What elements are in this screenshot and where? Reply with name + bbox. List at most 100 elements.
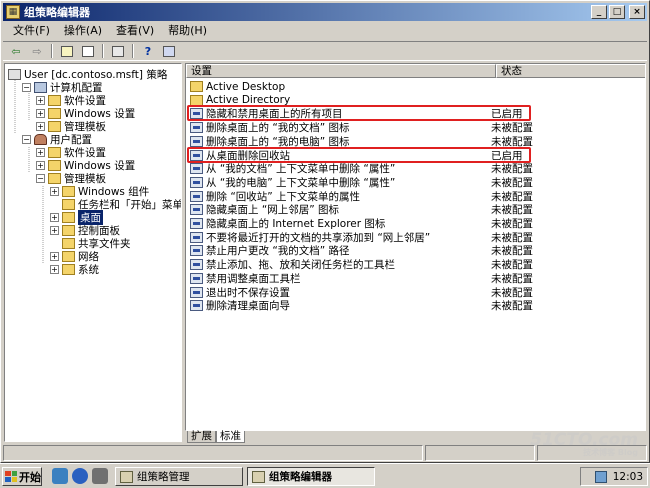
setting-icon [190,218,203,229]
expand-plus-icon[interactable]: + [36,122,45,131]
expand-plus-icon[interactable]: + [36,96,45,105]
system-tray: 12:03 [580,467,648,486]
column-header-setting[interactable]: 设置 [186,64,496,78]
collapse-minus-icon[interactable]: − [22,135,31,144]
list-setting-row[interactable]: 隐藏和禁用桌面上的所有项目 已启用 [186,107,645,120]
gpedit-icon [252,470,265,483]
network-icon[interactable] [594,470,607,483]
menu-view[interactable]: 查看(V) [110,23,160,39]
list-setting-row[interactable]: 删除桌面上的 “我的电脑” 图标 未被配置 [186,135,645,148]
list-setting-row[interactable]: 禁止用户更改 “我的文档” 路径 未被配置 [186,244,645,257]
taskbar-button-gpedit[interactable]: 组策略编辑器 [247,467,375,486]
collapse-minus-icon[interactable]: − [22,83,31,92]
watermark: 51CTO.com 技术博客 Blog [530,430,638,458]
setting-icon [190,135,203,147]
status-cell [3,445,423,461]
list-setting-row[interactable]: 隐藏桌面上 “网上邻居” 图标 未被配置 [186,203,645,216]
collapse-minus-icon[interactable]: − [36,174,45,183]
menu-file[interactable]: 文件(F) [7,23,56,39]
list-setting-row[interactable]: 从桌面删除回收站 已启用 [186,149,645,162]
gpmc-icon [120,470,133,483]
list-setting-row[interactable]: 退出时不保存设置 未被配置 [186,286,645,299]
policy-icon [8,69,21,80]
start-label: 开始 [19,470,41,484]
folder-icon [62,238,75,249]
maximize-button[interactable]: □ [609,5,625,19]
tree-item[interactable]: + 系统 [50,263,99,276]
title-bar[interactable]: ▦ 组策略编辑器 _ □ × [3,3,647,21]
tab-standard[interactable]: 标准 [216,431,245,443]
setting-icon [190,300,203,312]
toolbar-separator [51,44,53,58]
expand-plus-icon[interactable]: + [36,161,45,170]
folder-icon [62,225,75,236]
show-desktop-icon[interactable] [52,468,68,484]
expand-plus-icon[interactable]: + [50,187,59,196]
expand-plus-icon[interactable]: + [50,252,59,261]
taskbar-button-gpmc[interactable]: 组策略管理 [115,467,243,486]
list-setting-row[interactable]: 删除 “回收站” 上下文菜单的属性 未被配置 [186,190,645,203]
gpedit-window: ▦ 组策略编辑器 _ □ × 文件(F) 操作(A) 查看(V) 帮助(H) ⇦… [0,0,650,463]
setting-icon [190,272,203,284]
setting-icon [190,163,203,175]
setting-name: Active Desktop [206,80,286,93]
setting-icon [190,149,203,161]
details-list[interactable]: 设置 状态 Active Desktop Active Directory 隐藏和禁… [185,63,646,431]
back-arrow-icon[interactable]: ⇦ [7,43,25,59]
expand-plus-icon[interactable]: + [50,226,59,235]
setting-state: 未被配置 [491,300,533,313]
folder-icon [48,173,61,184]
expand-plus-icon[interactable]: + [36,148,45,157]
properties-icon[interactable] [160,43,178,59]
help-icon[interactable]: ? [139,43,157,59]
command-prompt-icon[interactable] [92,468,108,484]
list-folder-row[interactable]: Active Desktop [186,80,645,93]
list-setting-row[interactable]: 禁止添加、拖、放和关闭任务栏的工具栏 未被配置 [186,258,645,271]
taskbar: 开始 组策略管理 组策略编辑器 12:03 [0,463,650,488]
console-tree[interactable]: User [dc.contoso.msft] 策略 − 计算机配置 + 软件设置 + Win… [4,63,182,442]
status-cell [425,445,535,461]
menu-help[interactable]: 帮助(H) [162,23,213,39]
tab-extended[interactable]: 扩展 [187,431,216,443]
setting-icon [190,231,203,243]
folder-icon [190,81,203,92]
close-button[interactable]: × [629,5,645,19]
folder-icon [62,199,75,210]
setting-icon [190,259,203,271]
list-setting-row[interactable]: 隐藏桌面上的 Internet Explorer 图标 未被配置 [186,217,645,230]
list-setting-row[interactable]: 不要将最近打开的文档的共享添加到 “网上邻居” 未被配置 [186,231,645,244]
menu-bar: 文件(F) 操作(A) 查看(V) 帮助(H) [3,22,647,40]
list-setting-row[interactable]: 从 “我的文档” 上下文菜单中删除 “属性” 未被配置 [186,162,645,175]
gpedit-app-icon[interactable]: ▦ [6,5,20,19]
view-tabs: 扩展 标准 [187,431,245,443]
clock[interactable]: 12:03 [613,471,643,483]
expand-plus-icon[interactable]: + [50,265,59,274]
tree-item[interactable]: 任务栏和「开始」菜单 [50,198,181,211]
up-level-icon[interactable] [58,43,76,59]
list-setting-row[interactable]: 从 “我的电脑” 上下文菜单中删除 “属性” 未被配置 [186,176,645,189]
show-tree-icon[interactable] [79,43,97,59]
forward-arrow-icon[interactable]: ⇨ [28,43,46,59]
list-setting-row[interactable]: 删除清理桌面向导 未被配置 [186,299,645,313]
folder-icon [48,160,61,171]
minimize-button[interactable]: _ [591,5,607,19]
list-folder-row[interactable]: Active Directory [186,94,645,107]
toolbar: ⇦ ⇨ ? [3,41,647,61]
folder-icon [62,264,75,275]
list-setting-row[interactable]: 删除桌面上的 “我的文档” 图标 未被配置 [186,121,645,134]
expand-plus-icon[interactable]: + [50,213,59,222]
toolbar-separator [102,44,104,58]
computer-icon [34,82,47,93]
export-list-icon[interactable] [109,43,127,59]
list-setting-row[interactable]: 禁用调整桌面工具栏 未被配置 [186,272,645,285]
expand-plus-icon[interactable]: + [36,109,45,118]
internet-explorer-icon[interactable] [72,468,88,484]
menu-action[interactable]: 操作(A) [58,23,108,39]
setting-icon [190,245,203,257]
setting-icon [190,286,203,298]
start-button[interactable]: 开始 [2,467,42,486]
column-header-state[interactable]: 状态 [496,64,645,78]
setting-icon [190,176,203,188]
folder-icon [48,147,61,158]
folder-icon [62,186,75,197]
